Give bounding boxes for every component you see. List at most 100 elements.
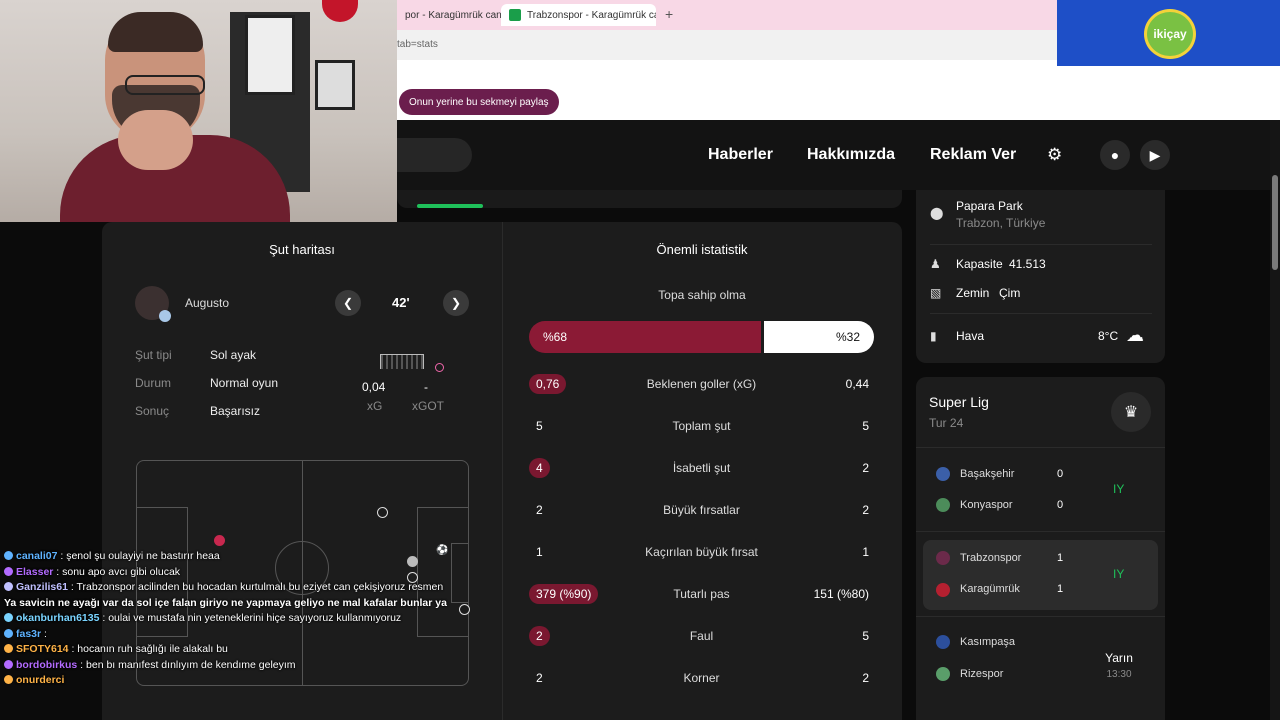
match-row[interactable]: Başakşehir 0 Konyaspor 0 IY — [923, 455, 1158, 525]
microphone — [322, 0, 358, 22]
site-favicon-icon — [509, 9, 521, 21]
chat-username[interactable]: SFOTY614 — [16, 643, 69, 655]
stat-label: Beklenen goller (xG) — [646, 377, 757, 391]
background-frame — [245, 15, 295, 95]
new-tab-button[interactable]: + — [665, 6, 673, 22]
stat-away-value: 1 — [862, 545, 869, 559]
stat-row: 0,76 Beklenen goller (xG) 0,44 — [529, 372, 874, 394]
stream-chat: canali07 : şenol şu oulayiyi ne bastırır… — [4, 549, 474, 689]
home-team: Başakşehir — [960, 468, 1015, 480]
shot-minute: 42' — [392, 295, 410, 310]
league-logo-icon[interactable]: ♛ — [1111, 392, 1151, 432]
nav-link-news[interactable]: Haberler — [708, 146, 773, 164]
chat-username[interactable]: Ganzilis61 — [16, 581, 68, 593]
goal-icon — [380, 354, 424, 369]
stat-row: 5 Toplam şut 5 — [529, 414, 874, 436]
league-card: Super Lig Tur 24 ♛ Başakşehir 0 Konyaspo… — [916, 377, 1165, 720]
stadium-name: Papara Park — [956, 199, 1023, 213]
surface-label: Zemin — [956, 286, 990, 300]
nav-link-advertise[interactable]: Reklam Ver — [930, 146, 1016, 164]
player-name: Augusto — [185, 296, 230, 310]
stat-away-value: 0,44 — [845, 377, 869, 391]
cloud-icon: ☁ — [1126, 325, 1144, 345]
stat-label: İsabetli şut — [672, 461, 731, 475]
shot-marker-selected[interactable] — [214, 535, 225, 546]
chat-username[interactable]: onurderci — [16, 674, 64, 686]
stat-row: 2 Korner 2 — [529, 666, 874, 688]
chat-badge-icon — [4, 628, 13, 638]
next-shot-button[interactable]: ❯ — [443, 290, 469, 316]
tab-title: por - Karagümrük can — [405, 9, 501, 21]
chat-message: Ganzilis61 : Trabzonspor acilinden bu ho… — [4, 580, 474, 596]
stat-row: 2 Büyük fırsatlar 2 — [529, 498, 874, 520]
scrollbar-thumb[interactable] — [1272, 175, 1278, 270]
chat-username[interactable]: canali07 — [16, 550, 57, 562]
address-bar[interactable]: tab=stats — [397, 30, 1057, 60]
chat-badge-icon — [4, 659, 13, 669]
stat-label: Korner — [683, 671, 720, 685]
avatar — [135, 286, 171, 322]
previous-shot-button[interactable]: ❮ — [335, 290, 361, 316]
divider — [916, 447, 1165, 448]
chat-username[interactable]: bordobirkus — [16, 659, 77, 671]
league-name[interactable]: Super Lig — [929, 394, 989, 410]
browser-tab[interactable]: por - Karagümrük can ✕ — [397, 4, 501, 26]
shot-marker[interactable] — [377, 507, 388, 518]
chat-message: fas3r : — [4, 627, 474, 643]
weather-value: 8°C — [1098, 329, 1119, 343]
stat-away-value: 5 — [862, 629, 869, 643]
page-scrollbar[interactable] — [1270, 120, 1280, 720]
away-score: 1 — [1057, 583, 1064, 595]
xgot-label: xGOT — [412, 399, 444, 413]
stat-away-value: 5 — [862, 419, 869, 433]
search-input[interactable] — [397, 138, 472, 172]
stat-row: 379 (%90) Tutarlı pas 151 (%80) — [529, 582, 874, 604]
chat-text: : şenol şu oulayiyi ne bastırır heaa — [57, 550, 220, 562]
chat-badge-icon — [4, 613, 13, 622]
capacity-label: Kapasite — [956, 257, 1003, 271]
google-play-icon[interactable]: ▶ — [1140, 140, 1170, 170]
chat-username[interactable]: okanburhan6135 — [16, 612, 99, 624]
venue-card: ⬤ Papara Park Trabzon, Türkiye ♟ Kapasit… — [916, 190, 1165, 363]
chat-badge-icon — [4, 551, 13, 560]
shot-map-title: Şut haritası — [269, 242, 335, 257]
situation-label: Durum — [135, 376, 172, 390]
team-crest-icon — [936, 467, 950, 481]
capacity-value: 41.513 — [1009, 257, 1046, 271]
grass-icon: ▧ — [930, 286, 942, 300]
chat-username[interactable]: Ya savicin ne ayağı var da sol içe falan… — [4, 597, 447, 609]
result-value: Başarısız — [210, 404, 261, 418]
share-tab-button[interactable]: Onun yerine bu sekmeyi paylaş — [399, 89, 559, 115]
stat-label: Toplam şut — [672, 419, 731, 433]
streamer-glasses — [125, 75, 205, 95]
home-team: Kasımpaşa — [960, 636, 1016, 648]
streamer-hair — [108, 12, 203, 52]
chat-message: okanburhan6135 : oulai ve mustafa nin ye… — [4, 611, 474, 627]
divider — [916, 531, 1165, 532]
match-row-active[interactable]: Trabzonspor 1 Karagümrük 1 IY — [923, 540, 1158, 610]
browser-tab-active[interactable]: Trabzonspor - Karagümrük can ✕ — [501, 4, 656, 26]
team-crest-icon — [936, 667, 950, 681]
possession-bar: %68 %32 — [529, 321, 874, 353]
team-crest-icon — [936, 551, 950, 565]
team-crest-icon — [936, 583, 950, 597]
chat-username[interactable]: Elasser — [16, 566, 53, 578]
share-bar: Onun yerine bu sekmeyi paylaş — [397, 60, 1280, 120]
result-label: Sonuç — [135, 404, 170, 418]
sponsor-logo: ikiçay — [1144, 9, 1196, 59]
gear-icon[interactable]: ⚙ — [1047, 145, 1062, 165]
chat-badge-icon — [4, 675, 13, 684]
match-row[interactable]: Kasımpaşa Rizespor Yarın 13:30 — [923, 625, 1158, 695]
apple-icon[interactable]: ● — [1100, 140, 1130, 170]
crowd-icon: ♟ — [930, 257, 941, 271]
away-team: Konyaspor — [960, 499, 1013, 511]
surface-value: Çim — [999, 286, 1021, 300]
chat-message: Ya savicin ne ayağı var da sol içe falan… — [4, 596, 474, 612]
chat-message: SFOTY614 : hocanın ruh sağlığı ile alaka… — [4, 642, 474, 658]
chat-username[interactable]: fas3r — [16, 628, 41, 640]
nav-link-about[interactable]: Hakkımızda — [807, 146, 895, 164]
chat-message: Elasser : sonu apo avcı gibi olucak — [4, 565, 474, 581]
weather-label: Hava — [956, 329, 985, 343]
stat-away-value: 151 (%80) — [813, 587, 869, 601]
team-crest-icon — [936, 498, 950, 512]
